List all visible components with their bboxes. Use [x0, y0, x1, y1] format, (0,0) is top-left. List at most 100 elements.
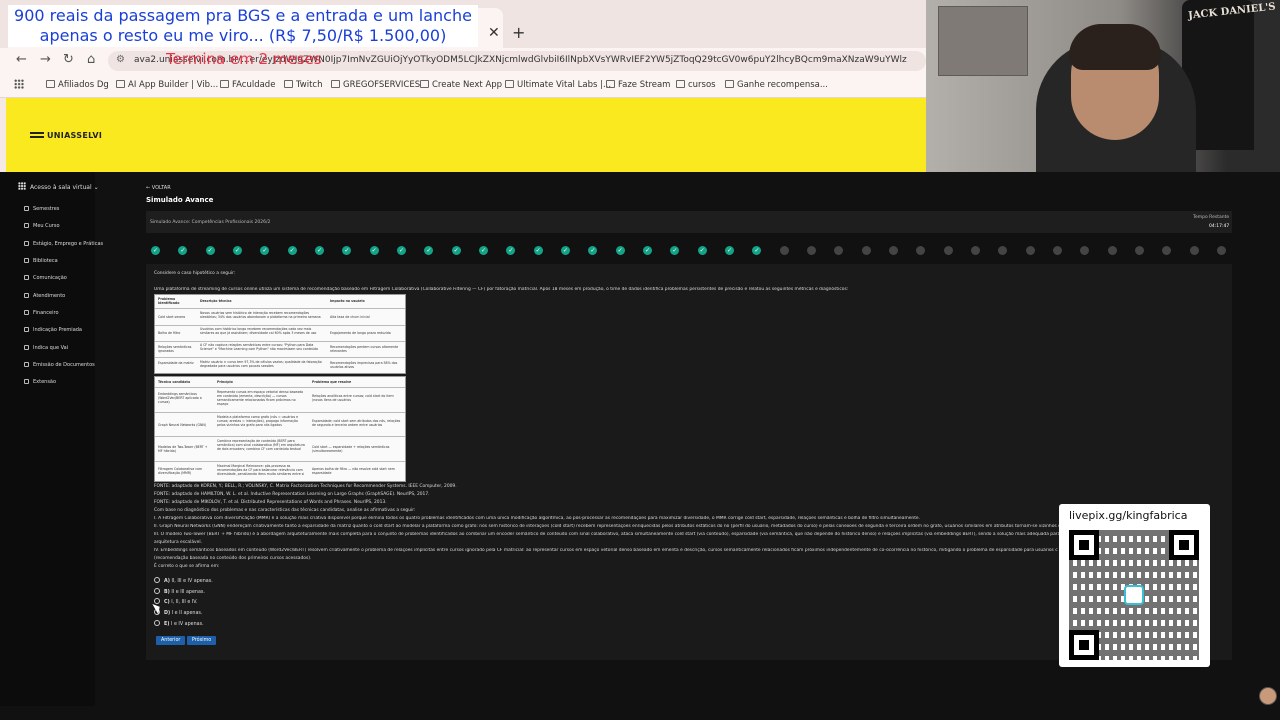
progress-step[interactable] [889, 246, 898, 255]
bookmark-7[interactable]: Faze Stream [606, 80, 670, 90]
progress-step[interactable] [1135, 246, 1144, 255]
table1-cell: Esparsidade da matriz [158, 361, 194, 365]
progress-step[interactable]: ✓ [670, 246, 680, 255]
webcam-feed: JACK DANIEL'S [926, 0, 1280, 200]
progress-step[interactable] [943, 246, 953, 255]
progress-step[interactable]: ✓ [451, 246, 461, 255]
grid-icon [18, 182, 26, 190]
table-row [155, 308, 405, 309]
qr-finder [1169, 530, 1199, 560]
forward-arrow-icon[interactable]: → [40, 52, 51, 67]
gift-icon [24, 327, 29, 332]
progress-step[interactable]: ✓ [397, 246, 406, 255]
progress-step[interactable]: ✓ [561, 246, 570, 255]
progress-step[interactable]: ✓ [615, 246, 625, 255]
share-icon [24, 345, 29, 350]
option-e[interactable]: E) I e IV apenas. [154, 620, 204, 627]
sidebar-item-financeiro[interactable]: Financeiro [24, 310, 59, 316]
progress-step[interactable] [998, 246, 1008, 255]
exam-subtitle: Simulado Avance: Competências Profission… [150, 220, 271, 225]
progress-step[interactable]: ✓ [233, 246, 242, 255]
radio-button[interactable] [154, 588, 160, 594]
progress-step[interactable] [1189, 246, 1199, 255]
stream-goal-overlay: 900 reais da passagem pra BGS e a entrad… [8, 5, 478, 47]
progress-step[interactable] [807, 246, 816, 255]
previous-button[interactable]: Anterior [156, 636, 186, 645]
home-icon[interactable]: ⌂ [87, 52, 95, 67]
sidebar-item-meu-curso[interactable]: Meu Curso [24, 223, 60, 229]
site-info-icon[interactable]: ⚙ [116, 54, 125, 65]
progress-step[interactable] [861, 246, 871, 255]
progress-step[interactable]: ✓ [342, 246, 352, 255]
option-a[interactable]: A) II, III e IV apenas. [154, 577, 213, 584]
next-button[interactable]: Próximo [187, 636, 217, 645]
table2-cell: Combina representação de conteúdo (BERT … [217, 439, 305, 451]
apps-grid-icon[interactable] [14, 79, 24, 89]
progress-step[interactable]: ✓ [752, 246, 762, 255]
sidebar-item-biblioteca[interactable]: Biblioteca [24, 258, 58, 264]
progress-step[interactable] [916, 246, 926, 255]
progress-step[interactable]: ✓ [506, 246, 516, 255]
back-arrow-icon[interactable]: ← [16, 52, 27, 67]
back-link[interactable]: ← VOLTAR [146, 185, 171, 191]
progress-step[interactable] [1107, 246, 1117, 255]
briefcase-icon [24, 241, 29, 246]
table-row [155, 436, 405, 437]
progress-step[interactable]: ✓ [588, 246, 598, 255]
uniasselvi-logo[interactable]: UNIASSELVI [30, 131, 102, 140]
sidebar-item-estagio[interactable]: Estágio, Emprego e Práticas [24, 241, 103, 247]
progress-step[interactable] [1053, 246, 1062, 255]
bookmark-2[interactable]: FAculdade [220, 80, 275, 90]
progress-step[interactable]: ✓ [643, 246, 652, 255]
close-tab-icon[interactable]: ✕ [488, 25, 500, 41]
table1-cell: Matriz usuário × curso tem 97,3% de célu… [200, 360, 322, 368]
sidebar-item-semestres[interactable]: Semestres [24, 206, 59, 212]
bookmark-8[interactable]: cursos [676, 80, 716, 90]
sidebar-item-indica-que-vai[interactable]: Indica que Vai [24, 345, 68, 351]
sidebar-item-atendimento[interactable]: Atendimento [24, 293, 65, 299]
sidebar-item-comunicacao[interactable]: Comunicação [24, 275, 67, 281]
donation-link: livepix.gg/kingfabrica [1069, 509, 1188, 522]
progress-step[interactable]: ✓ [178, 246, 188, 255]
progress-step[interactable]: ✓ [697, 246, 707, 255]
bookmark-5[interactable]: Create Next App [420, 80, 502, 90]
progress-step[interactable] [1217, 246, 1226, 255]
bookmark-0[interactable]: Afiliados Dg [46, 80, 109, 90]
reload-icon[interactable]: ↻ [63, 52, 74, 67]
sidebar-item-extensao[interactable]: Extensão [24, 379, 56, 385]
progress-step[interactable] [1080, 246, 1090, 255]
new-tab-icon[interactable]: + [512, 23, 525, 42]
bookmark-4[interactable]: GREGOFSERVICES [331, 80, 420, 90]
progress-step[interactable]: ✓ [260, 246, 270, 255]
progress-step[interactable]: ✓ [725, 246, 734, 255]
progress-step[interactable] [779, 246, 789, 255]
bookmark-9[interactable]: Ganhe recompensa... [725, 80, 828, 90]
progress-step[interactable] [971, 246, 980, 255]
progress-step[interactable]: ✓ [479, 246, 488, 255]
option-b[interactable]: B) II e III apenas. [154, 588, 205, 595]
table2-cell: Esparsidade; cold start sem atributos do… [312, 419, 401, 427]
progress-step[interactable]: ✓ [151, 246, 160, 255]
progress-step[interactable]: ✓ [315, 246, 324, 255]
progress-step[interactable]: ✓ [533, 246, 543, 255]
bookmark-1[interactable]: AI App Builder | Vib... [116, 80, 218, 90]
radio-button[interactable] [154, 620, 160, 626]
sidebar-item-documentos[interactable]: Emissão de Documentos [24, 362, 95, 368]
bookmark-6[interactable]: Ultimate Vital Labs |... [505, 80, 611, 90]
sidebar-header[interactable]: Acesso à sala virtual ⌄ [18, 182, 99, 191]
folder-icon [220, 80, 229, 88]
option-c[interactable]: C) I, II, III e IV. [154, 598, 197, 605]
progress-step[interactable]: ✓ [424, 246, 434, 255]
progress-step[interactable] [1162, 246, 1172, 255]
progress-step[interactable]: ✓ [205, 246, 215, 255]
radio-button[interactable] [154, 577, 160, 583]
progress-step[interactable] [1025, 246, 1035, 255]
progress-step[interactable] [834, 246, 844, 255]
progress-step[interactable]: ✓ [369, 246, 379, 255]
bookmark-3[interactable]: Twitch [284, 80, 323, 90]
user-avatar[interactable] [1259, 687, 1277, 705]
table2-cell: Relações analíticas entre cursos; cold s… [312, 394, 394, 402]
source-citation: FONTE: adaptado de HAMILTON, W. L. et al… [154, 492, 430, 497]
sidebar-item-indicacao[interactable]: Indicação Premiada [24, 327, 82, 333]
progress-step[interactable]: ✓ [287, 246, 297, 255]
